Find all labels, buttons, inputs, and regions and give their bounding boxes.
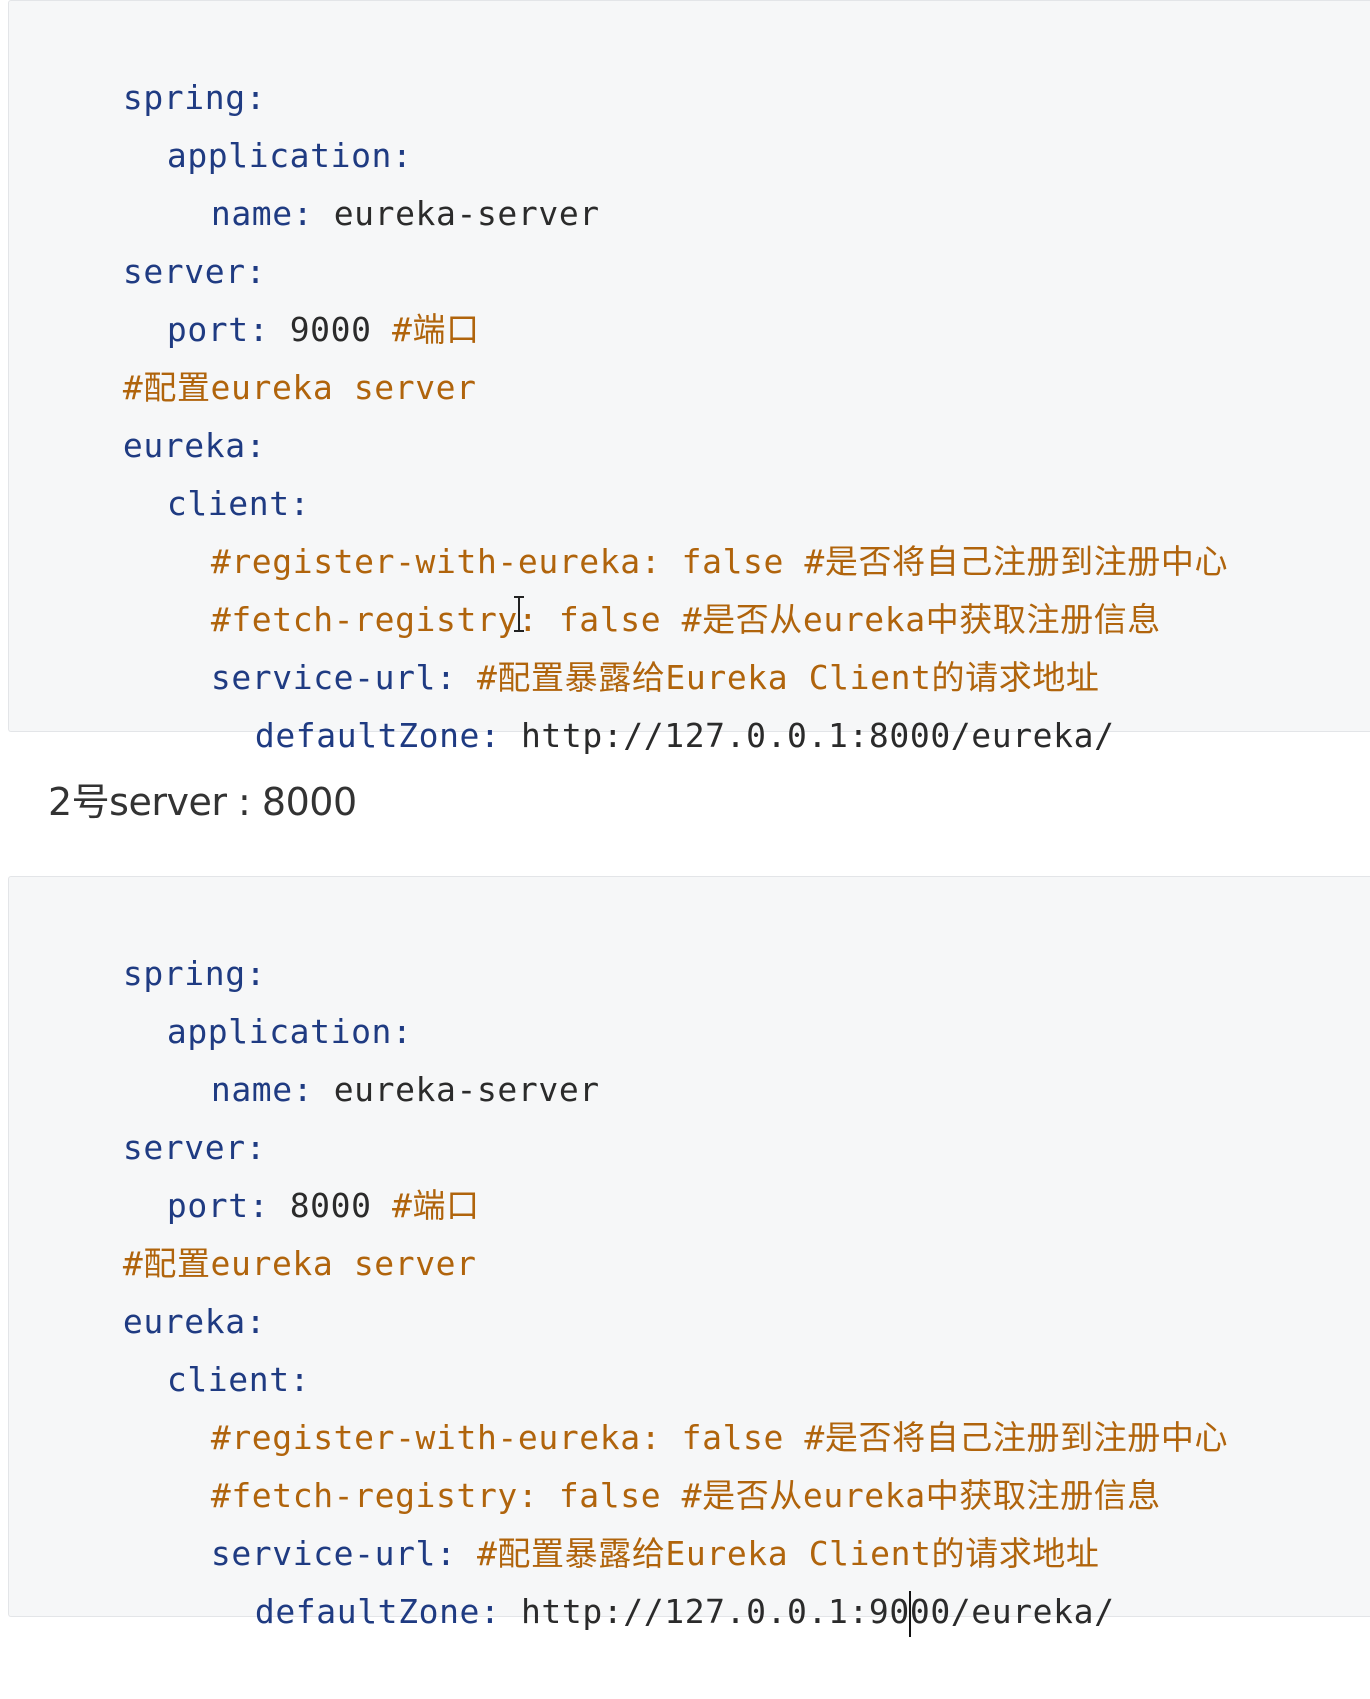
- code-line: spring:: [9, 11, 1370, 117]
- yaml-comment: #fetch-registry: false #是否从eureka中获取注册信息: [210, 600, 1161, 639]
- yaml-key: spring:: [122, 954, 267, 993]
- yaml-key: application:: [166, 1012, 413, 1051]
- yaml-code-block-server-1[interactable]: spring: application: name: eureka-server…: [8, 0, 1370, 755]
- yaml-comment: #register-with-eureka: false #是否将自己注册到注册…: [210, 542, 1229, 581]
- yaml-key: defaultZone:: [254, 1592, 501, 1631]
- yaml-value: 00/eureka/: [909, 1592, 1115, 1631]
- yaml-key: service-url:: [210, 658, 457, 697]
- yaml-comment: #端口: [392, 1186, 480, 1225]
- yaml-comment: #fetch-registry: false #是否从eureka中获取注册信息: [210, 1476, 1161, 1515]
- yaml-key: name:: [210, 194, 314, 233]
- yaml-value: http://127.0.0.1:90: [520, 1592, 910, 1631]
- text-cursor-icon: [514, 596, 524, 632]
- yaml-comment: #配置暴露给Eureka Client的请求地址: [476, 658, 1100, 697]
- yaml-key: client:: [166, 1360, 311, 1399]
- yaml-comment: #端口: [392, 310, 480, 349]
- yaml-value: eureka-server: [333, 1070, 600, 1109]
- yaml-key: port:: [166, 310, 270, 349]
- yaml-key: client:: [166, 484, 311, 523]
- yaml-key: application:: [166, 136, 413, 175]
- yaml-value: 9000: [289, 310, 372, 349]
- yaml-comment: #配置eureka server: [122, 368, 477, 407]
- yaml-value: eureka-server: [333, 194, 600, 233]
- yaml-value: 8000: [289, 1186, 372, 1225]
- code-line: spring:: [9, 887, 1370, 993]
- yaml-key: eureka:: [122, 426, 267, 465]
- yaml-code-block-server-2[interactable]: spring: application: name: eureka-server…: [8, 876, 1370, 1637]
- yaml-key: defaultZone:: [254, 716, 501, 755]
- yaml-value: http://127.0.0.1:8000/eureka/: [520, 716, 1115, 755]
- yaml-key: server:: [122, 1128, 267, 1167]
- yaml-comment: #配置eureka server: [122, 1244, 477, 1283]
- yaml-key: spring:: [122, 78, 267, 117]
- yaml-key: port:: [166, 1186, 270, 1225]
- yaml-key: eureka:: [122, 1302, 267, 1341]
- yaml-key: name:: [210, 1070, 314, 1109]
- yaml-comment: #配置暴露给Eureka Client的请求地址: [476, 1534, 1100, 1573]
- section-heading: 2号server : 8000: [48, 780, 357, 824]
- yaml-comment: #register-with-eureka: false #是否将自己注册到注册…: [210, 1418, 1229, 1457]
- yaml-key: server:: [122, 252, 267, 291]
- yaml-key: service-url:: [210, 1534, 457, 1573]
